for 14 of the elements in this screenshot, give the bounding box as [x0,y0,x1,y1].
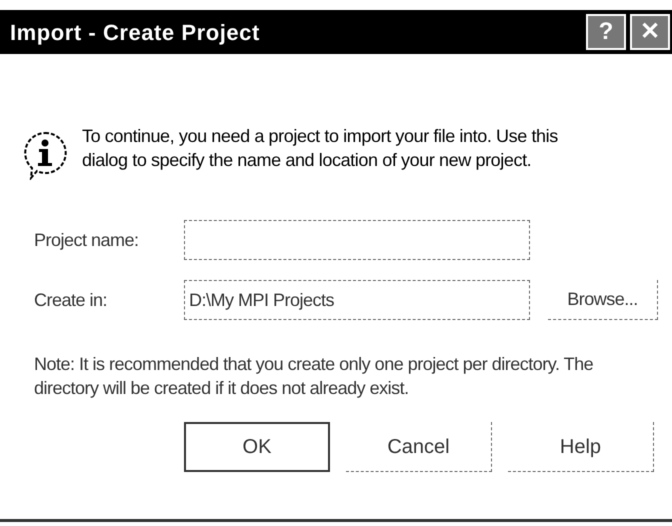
dialog-button[interactable]: Help [508,422,654,472]
window-title: Import - Create Project [10,18,260,47]
field-label: Project name: [34,228,140,252]
note-text: Note: It is recommended that you create only one project per directory. The directory will be created if it does not already exist. [34,353,594,400]
dialog-button[interactable]: Cancel [346,422,492,472]
input-field[interactable]: D:\My MPI Projects [184,280,530,320]
dialog-button[interactable]: OK [184,422,330,472]
browse-button[interactable]: Browse... [548,280,658,320]
help-button[interactable]: ? [586,14,626,50]
close-button[interactable]: ✕ [630,14,670,50]
field-label: Create in: [34,288,108,312]
message-text: To continue, you need a project to import your file into. Use this dialog to specify the name and location of your new project. [82,125,559,172]
input-field[interactable] [184,220,530,260]
info-icon [22,130,68,180]
